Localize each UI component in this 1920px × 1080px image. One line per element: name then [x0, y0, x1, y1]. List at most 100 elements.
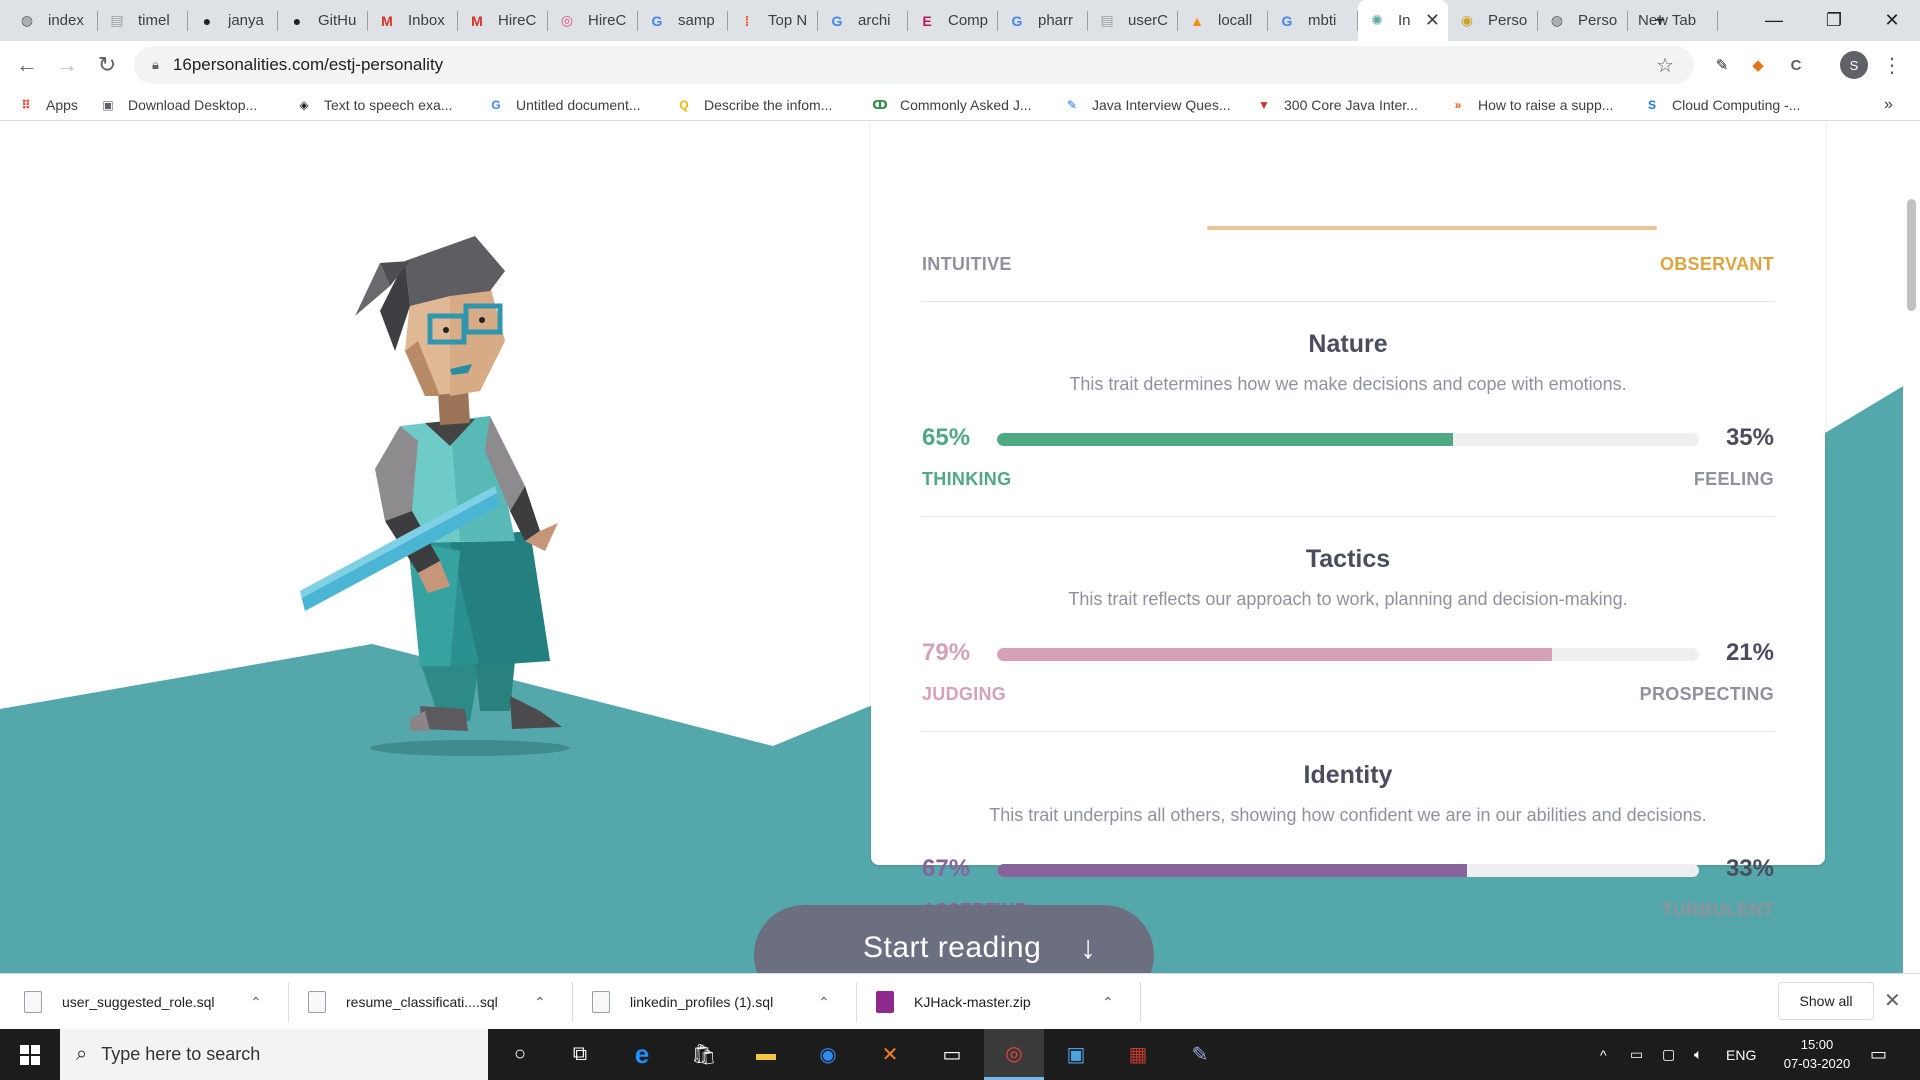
- bookmark-item[interactable]: ▼ 300 Core Java Inter...: [1256, 89, 1418, 121]
- download-item[interactable]: KJHack-master.zip ⌃: [876, 974, 1146, 1030]
- bookmark-item[interactable]: G Untitled document...: [488, 89, 641, 121]
- browser-tab[interactable]: Garchi: [818, 0, 908, 41]
- menu-kebab-icon[interactable]: ⋮: [1880, 53, 1904, 77]
- network-icon[interactable]: ▢: [1662, 1029, 1675, 1080]
- page-icon: ▣: [102, 98, 114, 112]
- store-icon[interactable]: 🛍︎: [674, 1029, 734, 1080]
- edge-icon[interactable]: e: [612, 1029, 672, 1080]
- bookmark-label: Untitled document...: [516, 97, 641, 113]
- browser-tab[interactable]: Gmbti: [1268, 0, 1358, 41]
- browser-tab[interactable]: Gsamp: [638, 0, 728, 41]
- start-reading-button[interactable]: Start reading ↓: [754, 905, 1154, 973]
- battery-icon[interactable]: ▭: [1630, 1029, 1643, 1080]
- bookmark-label: Commonly Asked J...: [900, 97, 1032, 113]
- minimize-button[interactable]: —: [1746, 0, 1802, 41]
- profile-initial: S: [1849, 57, 1859, 73]
- volume-icon[interactable]: 🔈︎: [1694, 1029, 1702, 1080]
- browser-tab[interactable]: ◎ HireC: [548, 0, 638, 41]
- forward-button[interactable]: →: [50, 48, 84, 82]
- task-view-icon[interactable]: ⧉: [550, 1029, 610, 1080]
- address-bar[interactable]: 🔒︎ 16personalities.com/estj-personality …: [134, 46, 1694, 84]
- extension-pen-icon[interactable]: ✎: [1710, 53, 1734, 77]
- browser-tab[interactable]: E Comp: [908, 0, 998, 41]
- bookmark-item[interactable]: S Cloud Computing -...: [1644, 89, 1800, 121]
- github-icon: ●: [202, 12, 212, 29]
- left-percentage: 65%: [922, 424, 971, 451]
- browser-tab[interactable]: ▲ locall: [1178, 0, 1268, 41]
- bookmark-item[interactable]: ⠿ Apps: [18, 89, 78, 121]
- terminal-icon[interactable]: ▭: [922, 1029, 982, 1080]
- start-button[interactable]: [0, 1029, 60, 1080]
- reload-button[interactable]: ↻: [90, 48, 124, 82]
- close-download-shelf-button[interactable]: ✕: [1884, 988, 1901, 1013]
- left-trait-label: THINKING: [922, 469, 1012, 489]
- download-filename: KJHack-master.zip: [914, 994, 1031, 1010]
- file-explorer-icon[interactable]: ▬: [736, 1029, 796, 1080]
- browser-tab[interactable]: ✺ In ✕: [1358, 0, 1448, 41]
- browser-tab[interactable]: ● janya: [188, 0, 278, 41]
- notifications-icon[interactable]: ▭: [1870, 1029, 1887, 1080]
- metamask-icon[interactable]: ◆: [1746, 53, 1770, 77]
- download-separator: [288, 982, 289, 1022]
- browser-tab[interactable]: ⁞ Top N: [728, 0, 818, 41]
- bookmark-item[interactable]: ↀ Commonly Asked J...: [872, 89, 1032, 121]
- back-button[interactable]: ←: [10, 48, 44, 82]
- tab-label: Perso: [1488, 12, 1528, 29]
- winrar-icon[interactable]: ▦: [1108, 1029, 1168, 1080]
- globe-icon: ◍: [20, 12, 34, 28]
- browser-tab[interactable]: ◍ Perso: [1538, 0, 1628, 41]
- browser-tab[interactable]: ▤ userC: [1088, 0, 1178, 41]
- bookmark-item[interactable]: ◈ Text to speech exa...: [296, 89, 452, 121]
- page-content: INTUITIVE OBSERVANT Nature This trait det…: [0, 121, 1920, 973]
- download-shelf: user_suggested_role.sql ⌃ resume_classific…: [0, 973, 1920, 1029]
- system-clock[interactable]: 15:00 07-03-2020: [1778, 1035, 1856, 1073]
- download-item[interactable]: linkedin_profiles (1).sql ⌃: [592, 974, 862, 1030]
- tab-label: HireC: [588, 12, 627, 29]
- chevron-up-icon[interactable]: ⌃: [534, 994, 546, 1011]
- app-icon[interactable]: ▣: [1046, 1029, 1106, 1080]
- chevron-up-icon[interactable]: ⌃: [818, 994, 830, 1011]
- browser-tab[interactable]: ▤ timel: [98, 0, 188, 41]
- bookmark-item[interactable]: ✎ Java Interview Ques...: [1064, 89, 1231, 121]
- browser-compass-icon[interactable]: ◉: [798, 1029, 858, 1080]
- show-all-downloads-button[interactable]: Show all: [1778, 982, 1874, 1020]
- page-scrollbar[interactable]: [1903, 121, 1920, 973]
- browser-tab[interactable]: Gpharr: [998, 0, 1088, 41]
- tab-label: Perso: [1578, 12, 1618, 29]
- tab-label: archi: [858, 12, 891, 29]
- taskbar-search[interactable]: ⌕ Type here to search: [60, 1029, 488, 1080]
- tray-chevron-icon[interactable]: ^: [1600, 1029, 1607, 1080]
- new-tab-button[interactable]: +: [1632, 0, 1688, 41]
- close-tab-icon[interactable]: ✕: [1425, 10, 1440, 31]
- google-icon: G: [651, 12, 663, 29]
- xampp-icon[interactable]: ✕: [860, 1029, 920, 1080]
- bookmark-item[interactable]: » How to raise a supp...: [1450, 89, 1614, 121]
- browser-tab[interactable]: ◉ Perso: [1448, 0, 1538, 41]
- bookmarks-overflow-button[interactable]: »: [1884, 89, 1893, 121]
- language-indicator[interactable]: ENG: [1726, 1029, 1756, 1080]
- google-icon: G: [831, 12, 843, 29]
- cortana-icon[interactable]: ○: [490, 1029, 550, 1080]
- clock-time: 15:00: [1800, 1037, 1834, 1052]
- download-item[interactable]: user_suggested_role.sql ⌃: [24, 974, 294, 1030]
- tab-label: Comp: [948, 12, 989, 29]
- bookmark-item[interactable]: ▣ Download Desktop...: [100, 89, 257, 121]
- browser-tab[interactable]: M HireC: [458, 0, 548, 41]
- bookmark-item[interactable]: Q Describe the infom...: [676, 89, 832, 121]
- extension-c-icon[interactable]: C: [1784, 53, 1808, 77]
- bookmark-star-icon[interactable]: ☆: [1656, 53, 1674, 78]
- trait-bar-track: [997, 864, 1699, 877]
- chrome-icon[interactable]: ◎: [984, 1029, 1044, 1080]
- browser-tab[interactable]: ● GitHu: [278, 0, 368, 41]
- browser-tab[interactable]: ◍ index: [8, 0, 98, 41]
- maximize-button[interactable]: ❐: [1806, 0, 1862, 41]
- chevron-up-icon[interactable]: ⌃: [250, 994, 262, 1011]
- download-item[interactable]: resume_classificati....sql ⌃: [308, 974, 578, 1030]
- chevron-up-icon[interactable]: ⌃: [1102, 994, 1114, 1011]
- lightbulb-icon: ◉: [1460, 12, 1474, 28]
- scrollbar-thumb[interactable]: [1907, 199, 1916, 311]
- browser-tab[interactable]: M Inbox: [368, 0, 458, 41]
- profile-avatar[interactable]: S: [1840, 51, 1868, 79]
- paint-icon[interactable]: ✎: [1170, 1029, 1230, 1080]
- close-window-button[interactable]: ✕: [1864, 0, 1920, 41]
